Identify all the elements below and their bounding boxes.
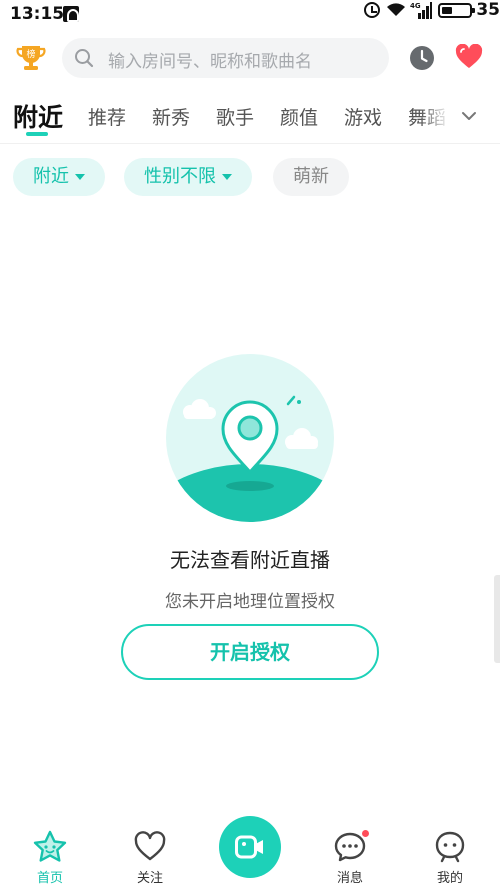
wifi-icon	[387, 3, 405, 17]
tabs-divider	[0, 143, 500, 144]
header: 榜 输入房间号、昵称和歌曲名	[0, 30, 500, 86]
nav-following[interactable]: 关注	[120, 810, 180, 889]
tab-newcomers[interactable]: 新秀	[152, 103, 190, 130]
tab-looks[interactable]: 颜值	[280, 103, 318, 130]
edge-scroll-handle[interactable]	[494, 575, 500, 663]
notification-app-icon	[63, 6, 79, 22]
nav-messages[interactable]: 消息	[320, 810, 380, 889]
profile-icon	[435, 831, 465, 863]
caret-down-icon	[222, 174, 232, 180]
tab-recommended[interactable]: 推荐	[88, 103, 126, 130]
search-input[interactable]: 输入房间号、昵称和歌曲名	[108, 47, 312, 72]
tab-games[interactable]: 游戏	[344, 103, 382, 130]
nav-messages-label: 消息	[336, 871, 363, 886]
location-pin-illustration	[166, 354, 334, 522]
trophy-badge-text: 榜	[26, 48, 35, 60]
video-camera-icon	[235, 835, 263, 859]
nav-profile-label: 我的	[436, 871, 463, 886]
filter-gender-label: 性别不限	[144, 166, 216, 187]
network-label: 4G	[410, 2, 421, 10]
chevron-down-icon[interactable]	[458, 105, 480, 127]
status-time: 13:15	[10, 4, 65, 24]
filter-gender-dropdown[interactable]: 性别不限	[124, 158, 252, 196]
nav-home-label: 首页	[36, 871, 63, 886]
nav-following-label: 关注	[136, 871, 163, 886]
heart-icon[interactable]	[455, 44, 483, 70]
filter-nearby-label: 附近	[33, 166, 69, 187]
search-bar[interactable]: 输入房间号、昵称和歌曲名	[62, 38, 389, 78]
filter-nearby-dropdown[interactable]: 附近	[13, 158, 105, 196]
heart-outline-icon	[134, 831, 166, 861]
tab-nearby[interactable]: 附近	[13, 98, 63, 134]
status-bar: 13:15 4G 35	[0, 0, 500, 30]
nav-profile[interactable]: 我的	[420, 810, 480, 889]
filter-newbie-chip[interactable]: 萌新	[273, 158, 349, 196]
unread-badge	[360, 828, 371, 839]
enable-location-button[interactable]: 开启授权	[121, 624, 379, 680]
active-tab-indicator	[26, 132, 48, 136]
go-live-button[interactable]	[219, 816, 281, 878]
trophy-icon[interactable]: 榜	[16, 42, 46, 72]
signal-icon: 4G	[410, 2, 432, 19]
battery-percent: 35	[476, 0, 500, 20]
filter-newbie-label: 萌新	[293, 166, 329, 187]
alarm-icon	[364, 2, 380, 18]
search-icon	[75, 49, 94, 68]
bottom-navigation: 首页 关注 消息 我的	[0, 810, 500, 889]
empty-state-title: 无法查看附近直播	[170, 548, 330, 572]
nav-home[interactable]: 首页	[20, 810, 80, 889]
tab-singers[interactable]: 歌手	[216, 103, 254, 130]
clock-icon[interactable]	[408, 44, 436, 72]
star-home-icon	[33, 830, 67, 862]
category-tabs: 附近 推荐 新秀 歌手 颜值 游戏 舞蹈	[0, 95, 500, 143]
tabs-fade	[420, 95, 450, 143]
empty-state-subtitle: 您未开启地理位置授权	[165, 592, 335, 612]
caret-down-icon	[75, 174, 85, 180]
battery-icon	[438, 3, 475, 18]
